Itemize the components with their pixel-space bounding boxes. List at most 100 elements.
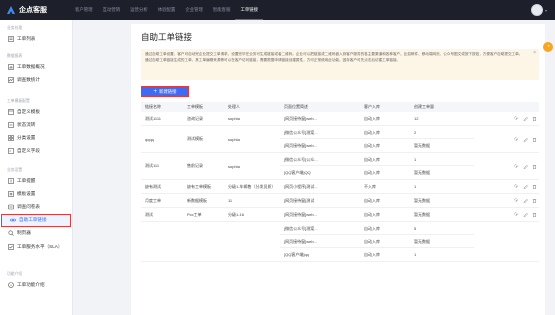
table-row[interactable]: 测试1111 咨询记录 sophia [网页接待窗]web... 自动入库 12 <box>141 112 539 126</box>
location-row: [QQ客户端]qq 自动入库 1 <box>280 248 474 261</box>
sidebar: 业务处理 工单列表 数据报表 工单数据概况 调查数统计 工单模板配置 自定义模板 状态流转 分类… <box>0 20 73 315</box>
table-row[interactable]: 缺有测试 缺有工单模板 分级1-车辆售（分发员质） [网页小程序]测试... 不入库 1 <box>141 180 539 194</box>
edit-icon[interactable] <box>523 184 528 189</box>
row-actions <box>474 153 539 179</box>
nav-item[interactable]: 工单链接 <box>235 0 264 20</box>
delete-icon[interactable] <box>532 184 537 189</box>
sidebar-item-label: 自定义模板 <box>17 108 40 114</box>
link-icon[interactable] <box>514 136 519 142</box>
delete-icon[interactable] <box>532 212 537 217</box>
ticket-count: 5 <box>414 226 417 231</box>
location-row: [QQ客户端]QQ 自动入库 暂无数据 <box>280 166 474 179</box>
customer-storage: 自动入库 <box>364 211 380 217</box>
sidebar-item-label: 自定义字段 <box>17 148 40 154</box>
sidebar-item[interactable]: 分类设置 <box>0 131 72 144</box>
page-location: [网页接待窗]测试 <box>284 197 315 203</box>
location-row: [微信公众号]公众... 自动入库 1 <box>280 153 474 166</box>
page-location: [网页小程序]测试... <box>284 183 318 189</box>
nav-item[interactable]: 体验配置 <box>153 0 181 20</box>
sidebar-item[interactable]: 自定义字段 <box>0 145 72 158</box>
handler <box>224 222 280 261</box>
table-row[interactable]: qqqq 测试模板 sophia [微信公众号]测案... 自动入库 2 [网页接待窗]we… <box>141 126 539 153</box>
logo-icon <box>6 5 16 15</box>
column-header: 工单模板 <box>187 104 203 109</box>
table-row[interactable]: [微信公众号]测案... 自动入库 5 [网页接待窗]web... 自动入库 暂无数据 [Q… <box>141 222 539 262</box>
app-logo[interactable]: 企点客服 <box>6 5 64 15</box>
sla-icon <box>7 243 14 250</box>
edit-icon[interactable] <box>523 116 528 121</box>
page-title: 自助工单链接 <box>141 32 193 42</box>
link-icon[interactable] <box>514 198 519 203</box>
edit-icon[interactable] <box>523 137 528 142</box>
page-location: [网页接待窗]web... <box>284 238 317 244</box>
table-row[interactable]: 月度工单 新数据模板 11 [网页接待窗]测试 自动入库 暂无数据 <box>141 194 539 208</box>
customer-storage: 自动入库 <box>364 156 380 162</box>
ticket-count: 暂无数据 <box>414 169 430 175</box>
sidebar-item[interactable]: 工单提醒 <box>0 174 72 187</box>
delete-icon[interactable] <box>532 137 537 142</box>
sidebar-item-label: 自助工单链接 <box>19 217 47 223</box>
sidebar-item[interactable]: 工单列表 <box>0 32 72 45</box>
sidebar-item[interactable]: 自定义模板 <box>0 105 72 118</box>
sidebar-item[interactable]: 调查数统计 <box>0 73 72 86</box>
sidebar-item-label: 调查问卷表 <box>17 203 40 209</box>
nav-item[interactable]: 企业管理 <box>180 0 208 20</box>
link-icon[interactable] <box>514 116 519 121</box>
customer-storage: 自动入库 <box>364 251 380 257</box>
edit-icon[interactable] <box>523 198 528 203</box>
template-icon <box>7 108 14 115</box>
sidebar-item[interactable]: 工单功能介绍 <box>0 278 72 291</box>
sidebar-item[interactable]: 自助工单链接 <box>1 213 71 227</box>
template-name <box>183 222 224 261</box>
sidebar-item[interactable]: 状态流转 <box>0 118 72 131</box>
link-icon[interactable] <box>514 212 519 217</box>
customer-storage: 自动入库 <box>364 197 380 203</box>
nav-item[interactable]: 客户管理 <box>70 0 98 20</box>
row-actions <box>474 112 539 125</box>
new-link-button[interactable]: + 新建链接 <box>141 86 189 97</box>
plus-icon: + <box>153 88 157 95</box>
ticket-count: 12 <box>414 116 419 121</box>
sidebar-group-label: 数据报表 <box>7 54 23 58</box>
sidebar-item[interactable]: 调查问卷表 <box>0 200 72 213</box>
sidebar-item[interactable]: 工单数据概况 <box>0 60 72 73</box>
nav-item[interactable]: 运营分析 <box>125 0 153 20</box>
delete-icon[interactable] <box>532 164 537 169</box>
main-area: 自助工单链接 通过自助工单设置，客户可自动完企业提交工单请求，设置完毕在业务可生… <box>73 20 555 315</box>
customer-storage: 自动入库 <box>364 238 380 244</box>
sidebar-item[interactable]: 工单服务水平（SLA） <box>0 240 72 253</box>
help-icon[interactable]: ◔ <box>543 42 553 52</box>
customer-storage: 自动入库 <box>364 142 380 148</box>
edit-icon[interactable] <box>523 212 528 217</box>
customer-storage: 自动入库 <box>364 169 380 175</box>
link-icon[interactable] <box>514 163 519 169</box>
table-row[interactable]: 测试111 售前记录 sophia [微信公众号]公众... 自动入库 1 [QQ客户端]Q… <box>141 153 539 180</box>
sidebar-item-label: 分类设置 <box>17 134 36 140</box>
edit-icon[interactable] <box>523 164 528 169</box>
page-locations: [微信公众号]测案... 自动入库 5 [网页接待窗]web... 自动入库 暂无数据 [Q… <box>280 222 474 261</box>
ticket-count: 1 <box>414 184 417 189</box>
template-name: 新数据模板 <box>187 197 207 203</box>
search-icon <box>7 230 14 237</box>
close-icon[interactable]: × <box>533 50 536 57</box>
nav-item[interactable]: 智能客服 <box>208 0 236 20</box>
sidebar-item[interactable]: 模板设置 <box>0 187 72 200</box>
link-name: 测试111 <box>145 163 160 168</box>
link-icon[interactable] <box>514 184 519 189</box>
sidebar-group-label: 功能介绍 <box>7 272 23 276</box>
nav-item[interactable]: 互动营销 <box>98 0 126 20</box>
row-actions <box>474 194 539 207</box>
page-location: [QQ客户端]QQ <box>284 169 311 175</box>
table-row[interactable]: 测试 Pcc工单 分级1-16 [网页接待窗]web... 自动入库 暂无数据 <box>141 208 539 222</box>
info-icon <box>7 281 14 288</box>
sidebar-item-label: 状态流转 <box>17 121 36 127</box>
page-location: [网页接待窗]web... <box>284 211 317 217</box>
delete-icon[interactable] <box>532 116 537 121</box>
page-location: [微信公众号]公众... <box>284 156 318 162</box>
row-actions <box>474 180 539 193</box>
avatar[interactable] <box>530 4 543 16</box>
delete-icon[interactable] <box>532 198 537 203</box>
category-icon <box>7 134 14 141</box>
sidebar-item[interactable]: 制页器 <box>0 227 72 240</box>
chevron-down-icon[interactable]: ▾ <box>545 8 547 13</box>
